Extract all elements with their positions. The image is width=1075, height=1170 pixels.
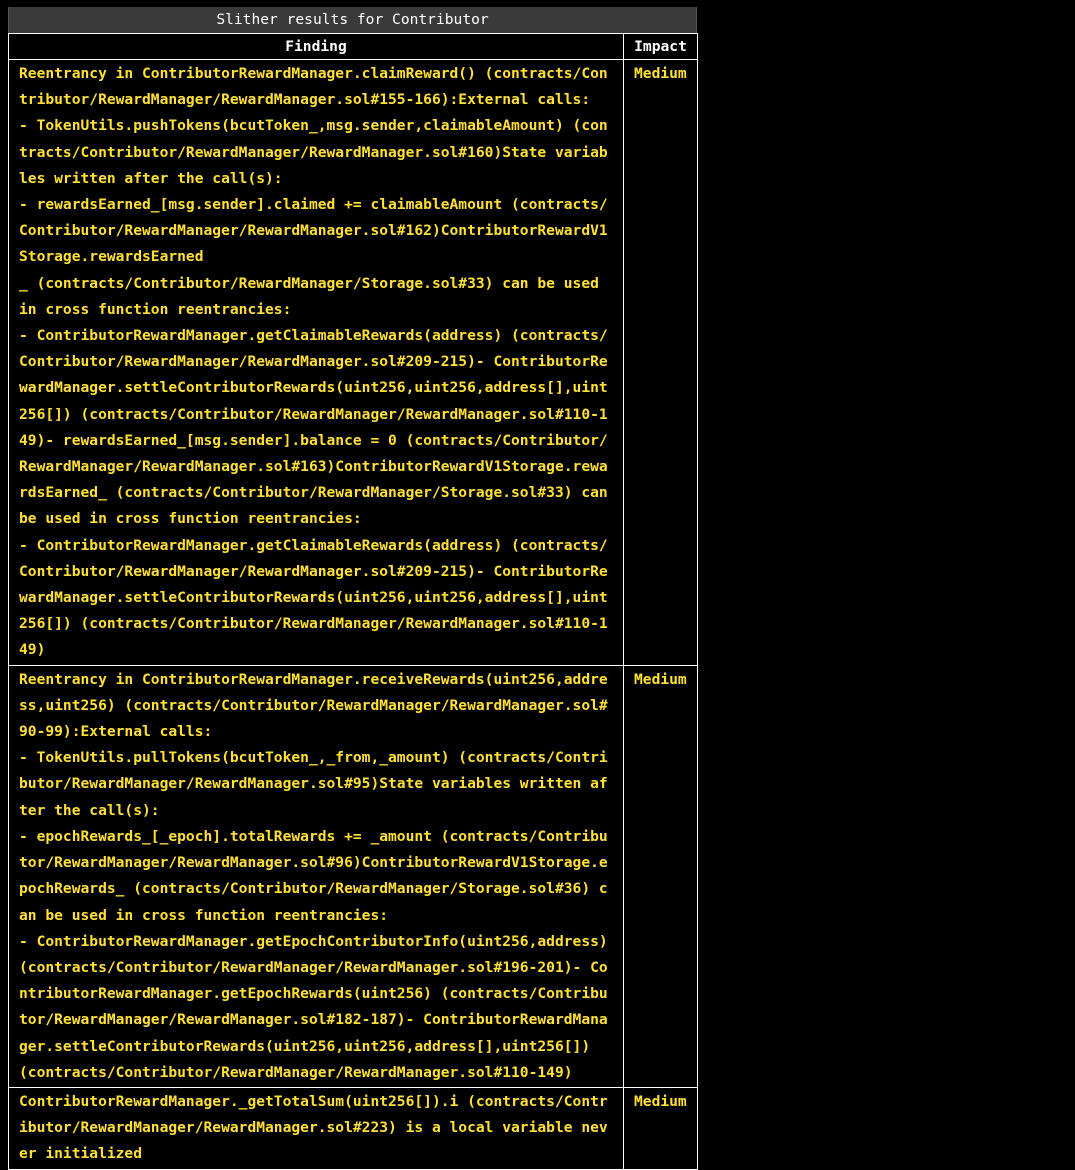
finding-text: Reentrancy in ContributorRewardManager.c…	[19, 65, 608, 659]
impact-cell: Medium	[623, 59, 698, 666]
header-row: Finding Impact	[8, 33, 698, 60]
finding-text: ContributorRewardManager._getTotalSum(ui…	[19, 1092, 608, 1163]
table-row: Reentrancy in ContributorRewardManager.r…	[8, 664, 698, 1088]
table-row: Reentrancy in ContributorRewardManager.c…	[8, 59, 698, 666]
report-title: Slither results for Contributor	[8, 7, 697, 33]
finding-cell: Reentrancy in ContributorRewardManager.r…	[8, 664, 624, 1088]
impact-cell: Medium	[623, 664, 698, 1088]
findings-table: Finding Impact Reentrancy in Contributor…	[8, 33, 698, 1170]
table-row: ContributorRewardManager._getTotalSum(ui…	[8, 1086, 698, 1170]
column-header-impact: Impact	[623, 33, 698, 60]
finding-cell: Reentrancy in ContributorRewardManager.c…	[8, 59, 624, 666]
column-header-finding: Finding	[8, 33, 624, 60]
finding-text: Reentrancy in ContributorRewardManager.r…	[19, 670, 608, 1081]
slither-report: Slither results for Contributor Finding …	[8, 7, 698, 1170]
finding-cell: ContributorRewardManager._getTotalSum(ui…	[8, 1086, 624, 1170]
impact-cell: Medium	[623, 1086, 698, 1170]
